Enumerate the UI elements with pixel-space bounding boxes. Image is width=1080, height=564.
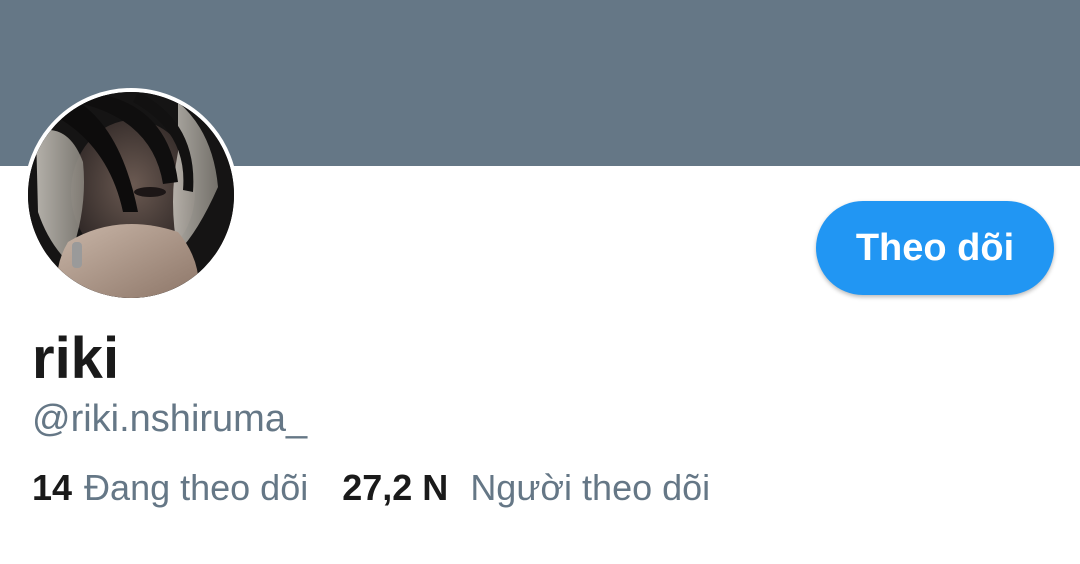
following-stat-link[interactable]: 14 Đang theo dõi: [32, 470, 308, 506]
following-label: Đang theo dõi: [84, 467, 309, 508]
following-count: 14: [32, 467, 73, 508]
profile-display-name: riki: [32, 326, 120, 391]
profile-page: Theo dõi riki @riki.nshiruma_ 14 Đang th…: [0, 0, 1080, 564]
profile-handle: @riki.nshiruma_: [32, 398, 308, 440]
followers-count: 27,2 N: [342, 467, 449, 508]
followers-label: Người theo dõi: [470, 467, 711, 508]
follow-button[interactable]: Theo dõi: [816, 201, 1054, 295]
followers-stat-link[interactable]: 27,2 N Người theo dõi: [342, 470, 710, 506]
profile-avatar[interactable]: [24, 88, 238, 302]
profile-stats: 14 Đang theo dõi 27,2 N Người theo dõi: [32, 470, 710, 506]
avatar-photo: [28, 92, 234, 298]
